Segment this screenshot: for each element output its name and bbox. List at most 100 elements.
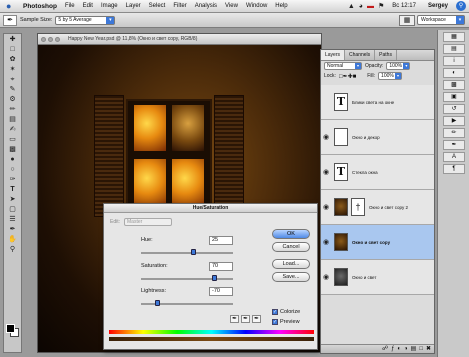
layer-row[interactable]: ◉ T Стекла окна	[321, 155, 434, 190]
eyedropper-icon[interactable]: ✒	[230, 315, 239, 323]
bluetooth-icon[interactable]: ▲	[348, 3, 355, 10]
ok-button[interactable]: OK	[272, 229, 310, 239]
tab-paths[interactable]: Paths	[375, 50, 397, 60]
move-tool-icon[interactable]: ✚	[5, 35, 20, 44]
trash-icon[interactable]: ✖	[426, 345, 431, 353]
eyedropper-minus-icon[interactable]: ✒	[252, 315, 261, 323]
crop-tool-icon[interactable]: ⌖	[5, 75, 20, 84]
menu-edit[interactable]: Edit	[79, 0, 97, 13]
paragraph-icon[interactable]: ¶	[443, 164, 465, 174]
link-icon[interactable]: ☍	[382, 345, 388, 353]
foreground-color-swatch[interactable]	[6, 324, 15, 333]
zoom-tool-icon[interactable]: ⚲	[5, 245, 20, 254]
lightness-slider[interactable]	[141, 300, 233, 306]
hue-slider[interactable]	[141, 249, 233, 255]
eyedropper-plus-icon[interactable]: ✒	[241, 315, 250, 323]
document-title-bar[interactable]: Happy New Year.psd @ 11,8% (Окно и свет …	[38, 34, 321, 45]
actions-icon[interactable]: ▶	[443, 116, 465, 126]
new-layer-icon[interactable]: □	[419, 345, 423, 353]
blur-tool-icon[interactable]: ●	[5, 155, 20, 164]
eyedropper-tool-icon[interactable]: ✒	[3, 14, 17, 26]
load-button[interactable]: Load...	[272, 259, 310, 269]
eye-icon[interactable]: ◉	[321, 168, 331, 176]
save-button[interactable]: Save...	[272, 272, 310, 282]
styles-icon[interactable]: ▣	[443, 92, 465, 102]
cancel-button[interactable]: Cancel	[272, 242, 310, 252]
navigator-icon[interactable]: ▦	[443, 32, 465, 42]
menu-analysis[interactable]: Analysis	[191, 0, 221, 13]
lock-icons[interactable]: □✒✚■	[339, 73, 356, 80]
tab-layers[interactable]: Layers	[321, 50, 346, 60]
slice-tool-icon[interactable]: ✎	[5, 85, 20, 94]
marquee-tool-icon[interactable]: □	[5, 45, 20, 54]
layer-row[interactable]: ◉ Окно и декор	[321, 120, 434, 155]
adjustment-icon[interactable]: ◑	[404, 345, 408, 353]
info-icon[interactable]: i	[443, 56, 465, 66]
history-icon[interactable]: ↺	[443, 104, 465, 114]
folder-icon[interactable]: ▤	[411, 345, 417, 353]
preview-checkbox[interactable]: ✓ Preview	[272, 319, 300, 325]
fill-field[interactable]: 100% ▾	[378, 72, 403, 80]
eraser-tool-icon[interactable]: ▭	[5, 135, 20, 144]
spotlight-icon[interactable]: ⚲	[456, 1, 466, 11]
dodge-tool-icon[interactable]: ○	[5, 165, 20, 174]
eye-icon[interactable]: ◉	[321, 273, 331, 281]
character-icon[interactable]: A	[443, 152, 465, 162]
menu-window[interactable]: Window	[242, 0, 271, 13]
lasso-tool-icon[interactable]: ✿	[5, 55, 20, 64]
eye-icon[interactable]: ◉	[321, 133, 331, 141]
menu-user[interactable]: Sergey	[424, 0, 452, 13]
wifi-icon[interactable]: ◕	[359, 3, 363, 10]
color-icon[interactable]: ◐	[443, 68, 465, 78]
eye-icon[interactable]: ◉	[321, 203, 331, 211]
tool-presets-icon[interactable]: ✒	[443, 140, 465, 150]
fx-icon[interactable]: ƒ	[391, 345, 394, 353]
apple-icon[interactable]: ●	[6, 1, 15, 11]
type-tool-icon[interactable]: T	[5, 185, 20, 194]
lightness-slider-thumb[interactable]	[155, 300, 160, 306]
menu-image[interactable]: Image	[97, 0, 122, 13]
saturation-input[interactable]: 70	[209, 262, 233, 271]
menu-app[interactable]: Photoshop	[19, 0, 61, 13]
mask-icon[interactable]: ◐	[397, 345, 401, 353]
hue-slider-thumb[interactable]	[191, 249, 196, 255]
bridge-icon[interactable]: ▦	[399, 15, 415, 26]
tab-channels[interactable]: Channels	[345, 50, 376, 60]
menu-layer[interactable]: Layer	[122, 0, 145, 13]
healing-brush-icon[interactable]: ⚙	[5, 95, 20, 104]
clone-stamp-icon[interactable]: ▤	[5, 115, 20, 124]
zoom-window-icon[interactable]	[55, 36, 60, 42]
colorize-checkbox[interactable]: ✓ Colorize	[272, 309, 300, 315]
blend-mode-select[interactable]: Normal ▾	[324, 62, 362, 70]
histogram-icon[interactable]: ▤	[443, 44, 465, 54]
layer-row[interactable]: T Блики света на окне	[321, 85, 434, 120]
saturation-slider-thumb[interactable]	[212, 275, 217, 281]
eye-icon[interactable]: ◉	[321, 238, 331, 246]
menu-file[interactable]: File	[61, 0, 79, 13]
menu-filter[interactable]: Filter	[169, 0, 190, 13]
history-brush-icon[interactable]: ✍	[5, 125, 20, 134]
layer-row-selected[interactable]: ◉ Окно и свет copy	[321, 225, 434, 260]
brush-tool-icon[interactable]: ✏	[5, 105, 20, 114]
saturation-slider[interactable]	[141, 275, 233, 281]
minimize-window-icon[interactable]	[48, 36, 53, 42]
swatches-icon[interactable]: ▩	[443, 80, 465, 90]
sample-size-select[interactable]: 5 by 5 Average ▾	[55, 15, 116, 25]
notes-tool-icon[interactable]: ☰	[5, 215, 20, 224]
flag-icon[interactable]: ⚑	[378, 2, 384, 10]
edit-select[interactable]: Master	[124, 218, 173, 226]
gradient-tool-icon[interactable]: ▩	[5, 145, 20, 154]
layer-row[interactable]: ◉ † Окно и свет copy 2	[321, 190, 434, 225]
pen-tool-icon[interactable]: ✑	[5, 175, 20, 184]
battery-icon[interactable]: ▬	[367, 3, 374, 10]
hue-input[interactable]: 25	[209, 236, 233, 245]
menu-view[interactable]: View	[221, 0, 242, 13]
workspace-select[interactable]: Workspace ▾	[417, 15, 465, 25]
menu-clock[interactable]: Вс 12:17	[388, 0, 420, 13]
close-window-icon[interactable]	[41, 36, 46, 42]
opacity-field[interactable]: 100% ▾	[386, 62, 411, 70]
brushes-icon[interactable]: ✏	[443, 128, 465, 138]
menu-select[interactable]: Select	[145, 0, 170, 13]
eyedropper-icon[interactable]: ✒	[5, 225, 20, 234]
hand-tool-icon[interactable]: ✋	[5, 235, 20, 244]
